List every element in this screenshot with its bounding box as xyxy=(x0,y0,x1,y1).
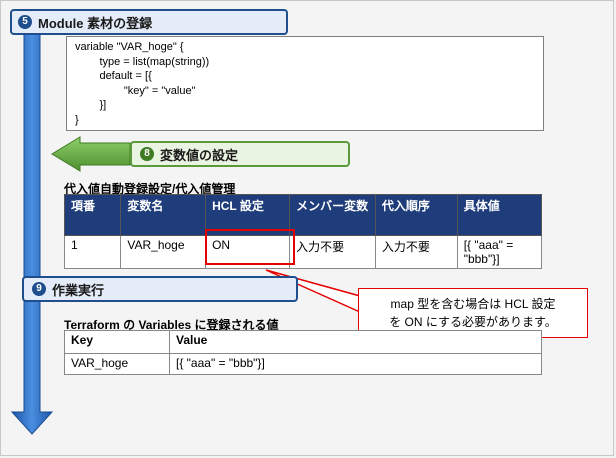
col-header: 具体値 xyxy=(456,194,543,236)
col-header: 代入順序 xyxy=(374,194,458,236)
step-5-box: 5 Module 素材の登録 xyxy=(10,9,288,35)
step-8-box: 8 変数値の設定 xyxy=(130,141,350,167)
step-9-label: 作業実行 xyxy=(52,282,105,298)
col-header: 項番 xyxy=(63,194,122,236)
hcl-highlight-box xyxy=(205,229,295,265)
code-block: variable "VAR_hoge" { type = list(map(st… xyxy=(66,36,544,131)
table-header-row: 項番 変数名 HCL 設定 メンバー変数 代入順序 具体値 xyxy=(63,194,543,236)
cell: 1 xyxy=(63,235,122,269)
code-line: "key" = "value" xyxy=(75,84,196,97)
callout-line: を ON にする必要があります。 xyxy=(389,315,557,329)
step-9-box: 9 作業実行 xyxy=(22,276,298,302)
callout-line: map 型を含む場合は HCL 設定 xyxy=(390,297,556,311)
col-header: 変数名 xyxy=(120,194,207,236)
step-5-label: Module 素材の登録 xyxy=(38,15,153,31)
assignment-table: 項番 変数名 HCL 設定 メンバー変数 代入順序 具体値 1 VAR_hoge… xyxy=(63,194,543,269)
col-header: メンバー変数 xyxy=(289,194,376,236)
table-row: 1 VAR_hoge ON 入力不要 入力不要 [{ "aaa" = "bbb"… xyxy=(63,235,543,269)
step-8-number: 8 xyxy=(140,147,154,161)
green-left-arrow xyxy=(51,136,131,172)
code-line: default = [{ xyxy=(75,70,152,83)
variables-table: Key Value VAR_hoge [{ "aaa" = "bbb"}] xyxy=(64,330,542,375)
cell: [{ "aaa" = "bbb"}] xyxy=(169,353,542,375)
code-line: }] xyxy=(75,99,107,112)
code-line: type = list(map(string)) xyxy=(75,55,210,68)
col-header: Key xyxy=(64,330,170,354)
step-8-label: 変数値の設定 xyxy=(160,147,239,163)
step-9-number: 9 xyxy=(32,282,46,296)
table-row: VAR_hoge [{ "aaa" = "bbb"}] xyxy=(64,353,542,375)
cell: VAR_hoge xyxy=(64,353,170,375)
code-line: } xyxy=(75,113,79,126)
step-5-number: 5 xyxy=(18,15,32,29)
cell: VAR_hoge xyxy=(120,235,207,269)
table-header-row: Key Value xyxy=(64,330,542,354)
col-header: Value xyxy=(169,330,542,354)
cell: [{ "aaa" = "bbb"}] xyxy=(456,235,543,269)
cell: 入力不要 xyxy=(374,235,458,269)
code-line: variable "VAR_hoge" { xyxy=(75,41,184,53)
cell: 入力不要 xyxy=(289,235,376,269)
